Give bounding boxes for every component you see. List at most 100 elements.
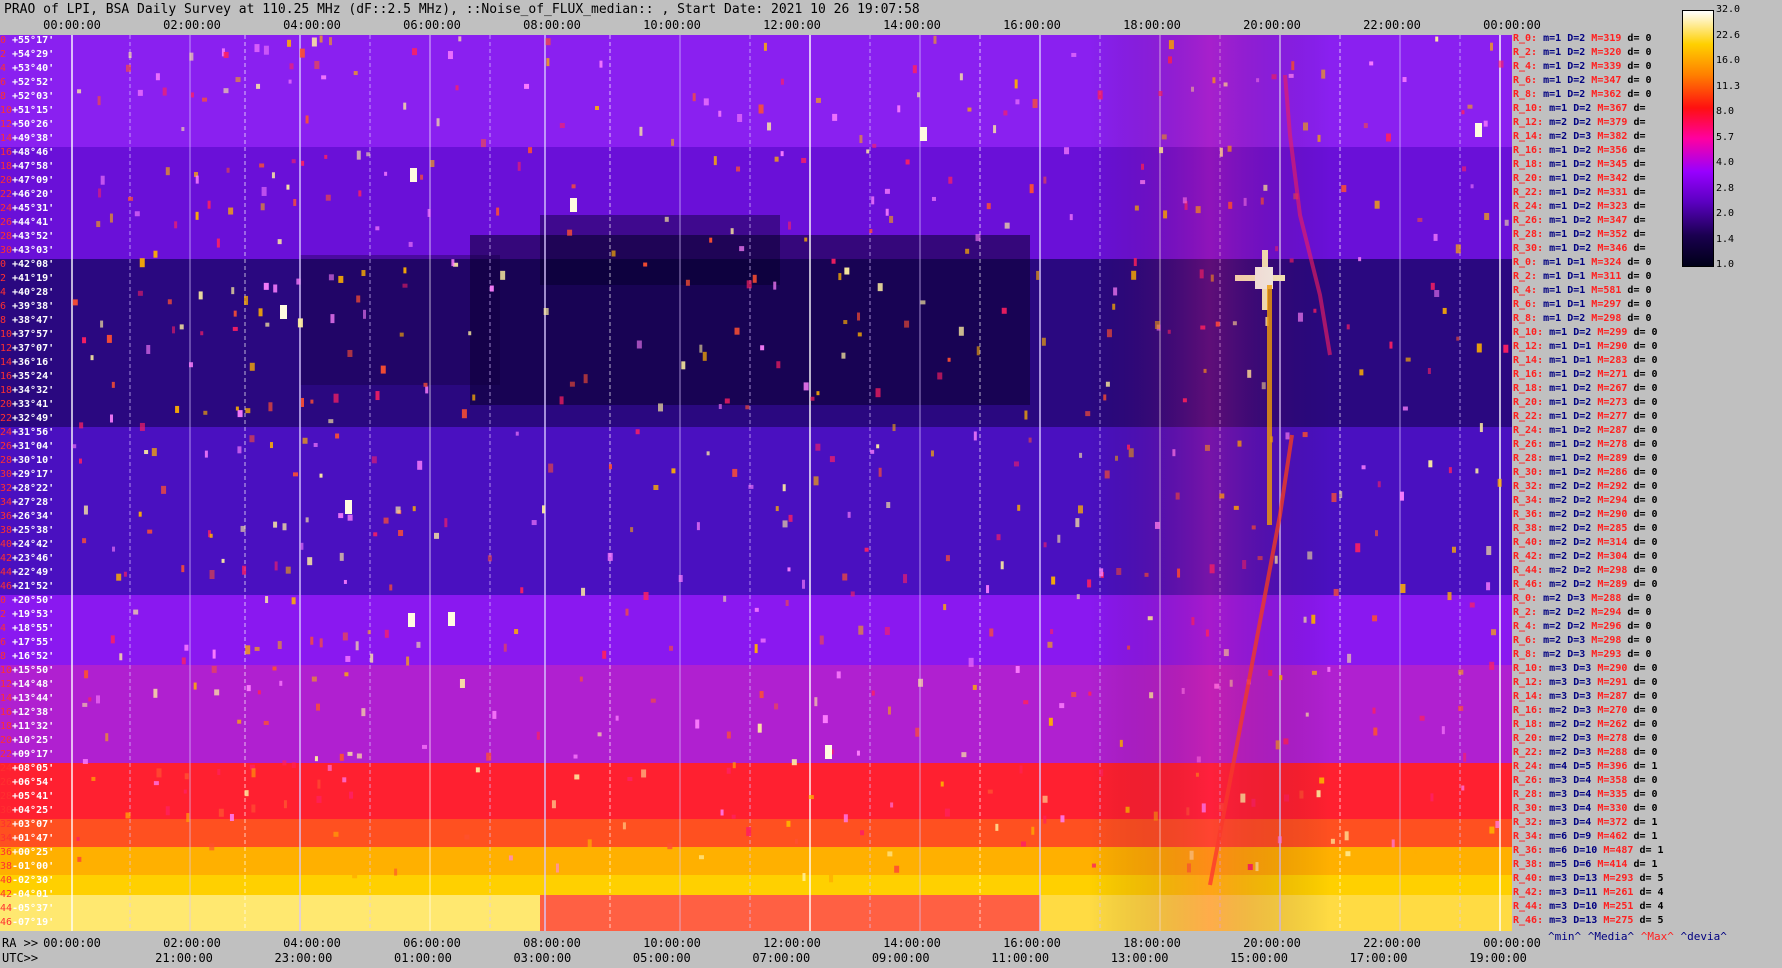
row-stat: R_8: m=1 D=2 M=298 d= 0 bbox=[1513, 313, 1652, 324]
row-stat-field: D=2 bbox=[1573, 103, 1598, 114]
row-stat-field: M=346 bbox=[1597, 243, 1634, 254]
footer-max: ^Max^ bbox=[1640, 930, 1674, 943]
row-stat-field: m=2 bbox=[1549, 565, 1574, 576]
dec-index: 44 bbox=[0, 567, 13, 578]
row-stat-field: d= 5 bbox=[1639, 915, 1664, 926]
dec-label: 30+04°25' bbox=[0, 805, 54, 816]
ra-tick-label: 00:00:00 bbox=[1483, 18, 1541, 32]
row-stat-field: D=2 bbox=[1573, 467, 1598, 478]
ra-tick-label: 00:00:00 bbox=[43, 18, 101, 32]
row-stat-field: R_30: bbox=[1513, 243, 1550, 254]
dec-index: 24 bbox=[0, 203, 13, 214]
dec-index: 36 bbox=[0, 511, 13, 522]
row-stat-field: M=372 bbox=[1597, 817, 1634, 828]
dec-index: 14 bbox=[0, 357, 13, 368]
row-stat-field: d= 1 bbox=[1633, 831, 1658, 842]
ra-tick-label: 06:00:00 bbox=[403, 936, 461, 950]
row-stat: R_12: m=2 D=2 M=379 d= bbox=[1513, 117, 1645, 128]
ra-tick-label: 14:00:00 bbox=[883, 18, 941, 32]
dec-label: 8 +52°03' bbox=[0, 91, 54, 102]
row-stat-field: d= 0 bbox=[1627, 635, 1652, 646]
row-stat-field: M=304 bbox=[1597, 551, 1634, 562]
dec-index: 4 bbox=[0, 287, 7, 298]
row-stat-field: d= 0 bbox=[1633, 509, 1658, 520]
row-stat-field: M=275 bbox=[1603, 915, 1640, 926]
dec-value: +41°19' bbox=[12, 273, 55, 284]
dec-index: 30 bbox=[0, 469, 13, 480]
dec-value: +13°44' bbox=[12, 693, 55, 704]
dec-index: 28 bbox=[0, 455, 13, 466]
row-stat-field: M=283 bbox=[1597, 355, 1634, 366]
row-stat-field: D=2 bbox=[1573, 719, 1598, 730]
row-stat-field: m=1 bbox=[1549, 145, 1574, 156]
ra-tick-label: 14:00:00 bbox=[883, 936, 941, 950]
row-stat-field: D=2 bbox=[1573, 537, 1598, 548]
utc-tick-label: 01:00:00 bbox=[394, 951, 452, 965]
row-stat-field: D=2 bbox=[1567, 89, 1592, 100]
row-stat-field: m=1 bbox=[1543, 313, 1568, 324]
row-stat-field: R_24: bbox=[1513, 761, 1550, 772]
row-stat-field: d= 0 bbox=[1633, 481, 1658, 492]
row-stat-field: d= 0 bbox=[1627, 285, 1652, 296]
row-stat-field: R_6: bbox=[1513, 299, 1544, 310]
row-stat: R_18: m=1 D=2 M=345 d= bbox=[1513, 159, 1645, 170]
row-stat-field: R_36: bbox=[1513, 845, 1550, 856]
row-stat-field: M=290 bbox=[1597, 509, 1634, 520]
ra-tick-label: 04:00:00 bbox=[283, 936, 341, 950]
row-stat-field: D=2 bbox=[1573, 215, 1598, 226]
dec-index: 32 bbox=[0, 819, 13, 830]
row-stat-field: R_34: bbox=[1513, 831, 1550, 842]
row-stat-field: D=2 bbox=[1573, 411, 1598, 422]
row-stat-field: d= 0 bbox=[1627, 271, 1652, 282]
dec-value: +29°17' bbox=[12, 469, 55, 480]
utc-tick-label: 15:00:00 bbox=[1230, 951, 1288, 965]
dec-label: 44-05°37' bbox=[0, 903, 54, 914]
row-stat-field: d= 0 bbox=[1627, 47, 1652, 58]
row-stat-field: D=3 bbox=[1573, 705, 1598, 716]
row-stat-field: D=2 bbox=[1573, 579, 1598, 590]
row-stat-field: d= 0 bbox=[1633, 719, 1658, 730]
row-stat-field: R_46: bbox=[1513, 579, 1550, 590]
dec-label: 34+01°47' bbox=[0, 833, 54, 844]
row-stat-field: m=3 bbox=[1549, 789, 1574, 800]
row-stat-field: d= bbox=[1633, 215, 1646, 226]
row-stat-field: M=487 bbox=[1603, 845, 1640, 856]
row-stat-field: d= 0 bbox=[1633, 789, 1658, 800]
row-stat-field: R_28: bbox=[1513, 229, 1550, 240]
dec-label: 0 +20°50' bbox=[0, 595, 54, 606]
row-stat: R_38: m=2 D=2 M=285 d= 0 bbox=[1513, 523, 1658, 534]
dec-label: 28+05°41' bbox=[0, 791, 54, 802]
row-statistics: R_0: m=1 D=2 M=319 d= 0 R_2: m=1 D=2 M=32… bbox=[1513, 33, 1688, 933]
row-stat-field: M=292 bbox=[1597, 481, 1634, 492]
row-stat-field: R_38: bbox=[1513, 523, 1550, 534]
row-stat-field: d= 1 bbox=[1633, 761, 1658, 772]
row-stat-field: R_4: bbox=[1513, 621, 1544, 632]
row-stat-field: M=314 bbox=[1597, 537, 1634, 548]
row-stat-field: D=4 bbox=[1573, 775, 1598, 786]
row-stat-field: M=262 bbox=[1597, 719, 1634, 730]
colorbar-tick-label: 32.0 bbox=[1716, 4, 1741, 15]
dec-value: +33°41' bbox=[12, 399, 55, 410]
row-stat-field: M=277 bbox=[1597, 411, 1634, 422]
colorbar-tick-label: 1.0 bbox=[1716, 259, 1735, 270]
row-stat: R_0: m=1 D=1 M=324 d= 0 bbox=[1513, 257, 1652, 268]
colorbar-tick-label: 4.0 bbox=[1716, 157, 1735, 168]
row-stat-field: m=2 bbox=[1543, 593, 1568, 604]
row-stat-field: d= 0 bbox=[1633, 663, 1658, 674]
dec-index: 46 bbox=[0, 581, 13, 592]
row-stat-field: R_22: bbox=[1513, 747, 1550, 758]
row-stat-field: m=3 bbox=[1549, 887, 1574, 898]
row-stat-field: R_18: bbox=[1513, 719, 1550, 730]
row-stat-field: m=2 bbox=[1549, 747, 1574, 758]
row-stat: R_36: m=2 D=2 M=290 d= 0 bbox=[1513, 509, 1658, 520]
dec-label: 28+30°10' bbox=[0, 455, 54, 466]
dec-label: 18+11°32' bbox=[0, 721, 54, 732]
dec-index: 0 bbox=[0, 259, 7, 270]
dec-label: 42+23°46' bbox=[0, 553, 54, 564]
row-stat-field: R_0: bbox=[1513, 593, 1544, 604]
row-stat-field: D=11 bbox=[1573, 887, 1604, 898]
dec-label: 16+48°46' bbox=[0, 147, 54, 158]
dec-index: 20 bbox=[0, 399, 13, 410]
row-stat: R_6: m=1 D=1 M=297 d= 0 bbox=[1513, 299, 1652, 310]
row-stat-field: D=1 bbox=[1573, 341, 1598, 352]
